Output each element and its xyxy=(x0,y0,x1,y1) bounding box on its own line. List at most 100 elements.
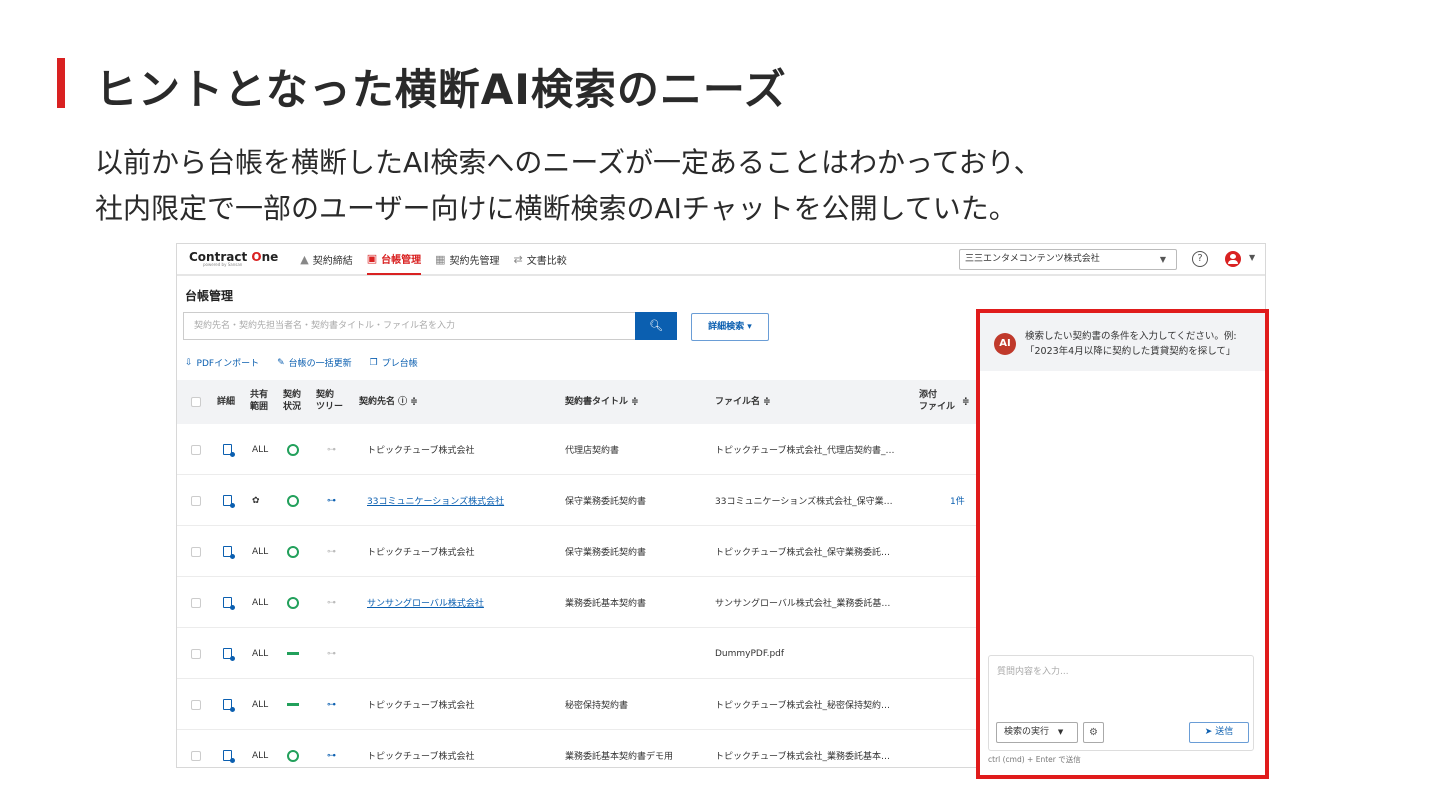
contract-title: 秘密保持契約書 xyxy=(565,701,629,711)
contract-tree-icon[interactable]: ⊶ xyxy=(327,649,336,659)
header-partner[interactable]: 契約先名 ⓘ ≑ xyxy=(359,396,418,408)
slide-body-line-1: 以前から台帳を横断したAI検索へのニーズが一定あることはわかっており、 xyxy=(95,146,1042,179)
nav-partner-management[interactable]: ▦ 契約先管理 xyxy=(435,244,499,275)
nav-ledger-management[interactable]: ▣ 台帳管理 xyxy=(366,244,422,275)
building-icon: ▦ xyxy=(435,252,446,266)
row-checkbox[interactable] xyxy=(191,546,201,557)
share-scope: ALL xyxy=(252,546,269,557)
send-icon: ➤ xyxy=(1204,727,1213,737)
ai-avatar: AI xyxy=(994,333,1016,355)
partner-name[interactable]: 33コミュニケーションズ株式会社 xyxy=(367,475,504,526)
question-input[interactable]: 質問内容を入力... 検索の実行 ▼ ⚙ ➤ 送信 xyxy=(988,655,1254,751)
file-name: トピックチューブ株式会社_業務委託基本… xyxy=(715,752,890,762)
document-detail-icon[interactable] xyxy=(223,597,235,610)
file-name: トピックチューブ株式会社_保守業務委託… xyxy=(715,548,890,558)
row-checkbox[interactable] xyxy=(191,495,201,506)
partner-name: トピックチューブ株式会社 xyxy=(367,548,475,558)
send-button[interactable]: ➤ 送信 xyxy=(1189,722,1249,743)
edit-icon: ✎ xyxy=(277,357,285,368)
search-button[interactable]: 🔍︎ xyxy=(635,312,677,340)
share-scope: ALL xyxy=(252,750,269,761)
table-row[interactable]: ALL ⊶ サンサングローバル株式会社 業務委託基本契約書 サンサングローバル株式会社_… xyxy=(177,577,977,628)
slide-title: ヒントとなった横断AI検索のニーズ xyxy=(95,65,787,114)
table-header: 詳細 共有 範囲 契約 状況 契約 ツリー 契約先名 ⓘ ≑ 契約書タイトル ≑ ファ… xyxy=(177,380,977,424)
table-row[interactable]: ALL ⊶ トピックチューブ株式会社 業務委託基本契約書デモ用 トピックチューブ株式会社… xyxy=(177,730,977,767)
copy-icon: ❐ xyxy=(369,357,378,368)
table-row[interactable]: ALL ⊶ トピックチューブ株式会社 代理店契約書 トピックチューブ株式会社_代理店契約… xyxy=(177,424,977,475)
ledger-actions: ⇩ PDFインポート ✎ 台帳の一括更新 ❐ プレ台帳 xyxy=(185,356,436,370)
search-icon: 🔍︎ xyxy=(649,319,663,332)
document-detail-icon[interactable] xyxy=(223,750,235,763)
partner-name[interactable]: サンサングローバル株式会社 xyxy=(367,577,484,628)
contract-tree-icon[interactable]: ⊶ xyxy=(327,700,336,710)
chevron-down-icon: ▼ xyxy=(1159,255,1166,264)
import-icon: ⇩ xyxy=(185,357,193,368)
slide-body: 以前から台帳を横断したAI検索へのニーズが一定あることはわかっており、 社内限定… xyxy=(95,140,1042,232)
row-checkbox[interactable] xyxy=(191,699,201,710)
company-select[interactable]: 三三エンタメコンテンツ株式会社 ▼ xyxy=(959,249,1177,270)
partner-name: トピックチューブ株式会社 xyxy=(367,752,475,762)
table-row[interactable]: ALL ⊶ トピックチューブ株式会社 保守業務委託契約書 トピックチューブ株式会社_保守… xyxy=(177,526,977,577)
contract-tree-icon[interactable]: ⊶ xyxy=(327,496,336,506)
row-checkbox[interactable] xyxy=(191,750,201,761)
nav-document-compare[interactable]: ⇄ 文書比較 xyxy=(514,244,567,275)
chevron-down-icon: ▼ xyxy=(1057,728,1064,736)
contract-title: 保守業務委託契約書 xyxy=(565,497,647,507)
partner-name: トピックチューブ株式会社 xyxy=(367,701,475,711)
ledger-table: 詳細 共有 範囲 契約 状況 契約 ツリー 契約先名 ⓘ ≑ 契約書タイトル ≑ ファ… xyxy=(177,380,977,767)
status-active-icon xyxy=(287,596,299,609)
status-none-icon xyxy=(287,703,299,706)
bulk-update-link[interactable]: ✎ 台帳の一括更新 xyxy=(277,356,352,370)
status-active-icon xyxy=(287,494,299,507)
contract-tree-icon[interactable]: ⊶ xyxy=(327,547,336,557)
document-detail-icon[interactable] xyxy=(223,648,235,661)
partner-name: トピックチューブ株式会社 xyxy=(367,446,475,456)
share-scope: ✿ xyxy=(252,495,260,506)
detail-search-button[interactable]: 詳細検索 ▾ xyxy=(691,313,769,341)
top-nav: Contract One powered by Sansan ▲ 契約締結 ▣ … xyxy=(177,244,1265,276)
status-none-icon xyxy=(287,652,299,655)
document-detail-icon[interactable] xyxy=(223,444,235,457)
document-detail-icon[interactable] xyxy=(223,495,235,508)
header-title[interactable]: 契約書タイトル ≑ xyxy=(565,396,639,408)
search-run-select[interactable]: 検索の実行 ▼ xyxy=(996,722,1078,743)
table-row[interactable]: ✿ ⊶ 33コミュニケーションズ株式会社 保守業務委託契約書 33コミュニケーションズ株… xyxy=(177,475,977,526)
search-input[interactable]: 契約先名・契約先担当者名・契約書タイトル・ファイル名を入力 xyxy=(183,312,635,340)
file-name: DummyPDF.pdf xyxy=(715,648,785,659)
row-checkbox[interactable] xyxy=(191,648,201,659)
help-icon[interactable]: ? xyxy=(1192,251,1208,267)
contract-tree-icon[interactable]: ⊶ xyxy=(327,598,336,608)
user-avatar-icon[interactable] xyxy=(1225,251,1241,267)
file-name: 33コミュニケーションズ株式会社_保守業… xyxy=(715,497,893,507)
row-checkbox[interactable] xyxy=(191,597,201,608)
attachment-count[interactable]: 1件 xyxy=(950,475,965,526)
table-body: ALL ⊶ トピックチューブ株式会社 代理店契約書 トピックチューブ株式会社_代理店契約… xyxy=(177,424,977,767)
pdf-import-link[interactable]: ⇩ PDFインポート xyxy=(185,356,259,370)
nav-contract-signing[interactable]: ▲ 契約締結 xyxy=(300,244,352,275)
pre-ledger-link[interactable]: ❐ プレ台帳 xyxy=(369,356,418,370)
document-detail-icon[interactable] xyxy=(223,546,235,559)
header-detail: 詳細 xyxy=(217,397,236,407)
header-attach[interactable]: 添付 ファイル xyxy=(919,389,955,413)
contract-tree-icon[interactable]: ⊶ xyxy=(327,445,336,455)
status-active-icon xyxy=(287,545,299,558)
page-title: 台帳管理 xyxy=(185,289,234,303)
question-placeholder: 質問内容を入力... xyxy=(997,667,1069,677)
document-detail-icon[interactable] xyxy=(223,699,235,712)
row-checkbox[interactable] xyxy=(191,444,201,455)
contract-one-logo[interactable]: Contract One powered by Sansan xyxy=(189,251,278,267)
table-row[interactable]: ALL ⊶ トピックチューブ株式会社 秘密保持契約書 トピックチューブ株式会社_秘密保持… xyxy=(177,679,977,730)
share-scope: ALL xyxy=(252,444,269,455)
header-file[interactable]: ファイル名 ≑ xyxy=(715,396,771,408)
upload-icon: ▲ xyxy=(300,252,309,266)
gear-icon: ⚙ xyxy=(1089,727,1098,738)
contract-title: 保守業務委託契約書 xyxy=(565,548,647,558)
settings-button[interactable]: ⚙ xyxy=(1083,722,1104,743)
chevron-down-icon[interactable]: ▼ xyxy=(1249,253,1255,262)
table-row[interactable]: ALL ⊶ DummyPDF.pdf xyxy=(177,628,977,679)
select-all-checkbox[interactable] xyxy=(191,397,201,407)
status-active-icon xyxy=(287,749,299,762)
header-tree: 契約 ツリー xyxy=(316,390,344,412)
header-attach-sort[interactable]: ≑ xyxy=(962,396,970,408)
contract-tree-icon[interactable]: ⊶ xyxy=(327,751,336,761)
